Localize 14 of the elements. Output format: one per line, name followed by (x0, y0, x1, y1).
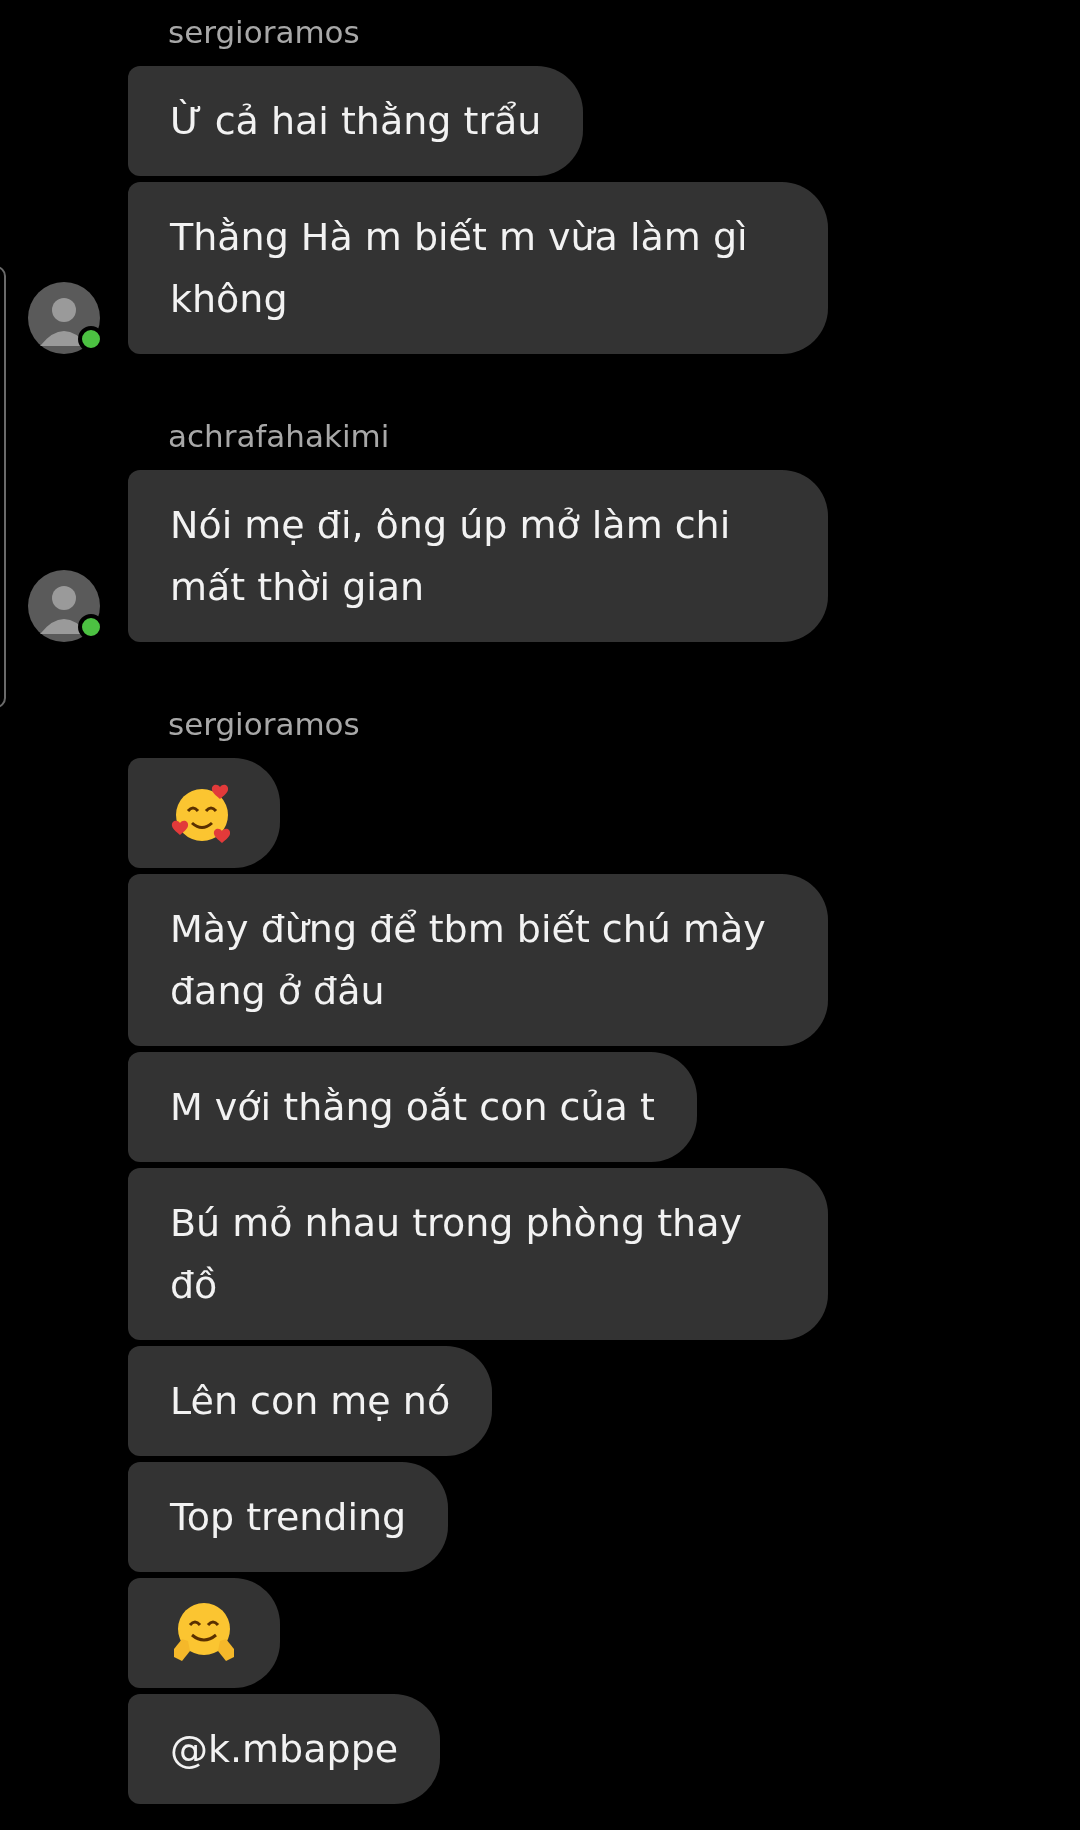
avatar[interactable] (28, 570, 100, 642)
username: sergioramos (168, 13, 361, 52)
message-bubble: @k.mbappe (128, 1694, 441, 1804)
message-bubble: Ừ cả hai thằng trẩu (128, 66, 584, 176)
message-bubble: Lên con mẹ nó (128, 1346, 493, 1456)
message-bubble: Thằng Hà m biết m vừa làm gì không (128, 182, 828, 354)
message-bubble: Mày đừng để tbm biết chú mày đang ở đâu (128, 874, 828, 1046)
message-bubble: M với thằng oắt con của t (128, 1052, 697, 1162)
username: sergioramos (168, 705, 361, 744)
avatar[interactable] (28, 282, 100, 354)
username: achrafahakimi (168, 417, 391, 456)
message-bubble: Top trending (128, 1462, 449, 1572)
message-bubble: Nói mẹ đi, ông úp mở làm chi mất thời gian (128, 470, 828, 642)
message-bubble: Bú mỏ nhau trong phòng thay đồ (128, 1168, 828, 1340)
